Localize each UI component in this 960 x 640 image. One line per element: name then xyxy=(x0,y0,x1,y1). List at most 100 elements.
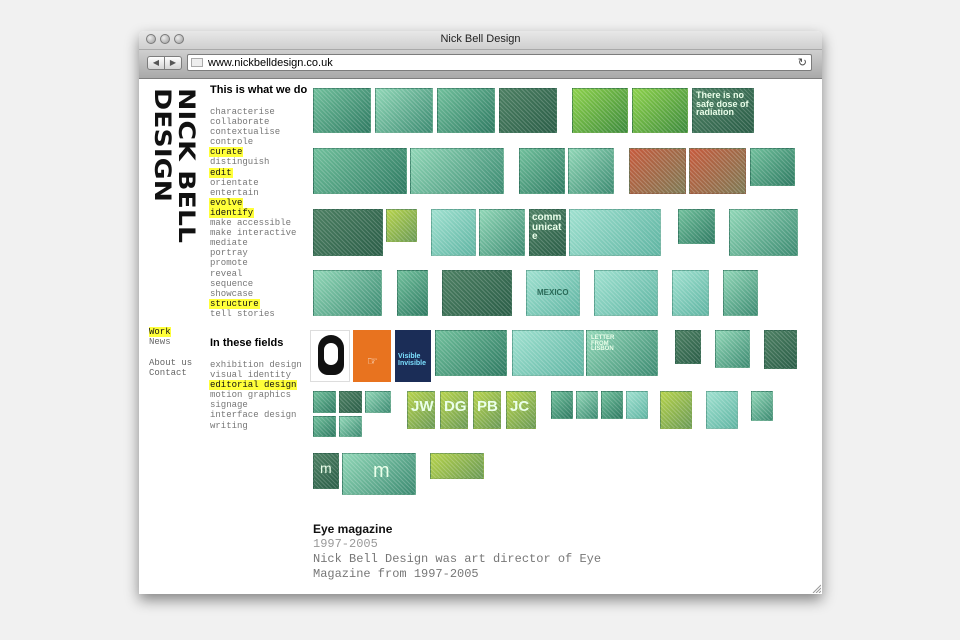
service-item[interactable]: tell stories xyxy=(209,309,297,319)
field-item[interactable]: exhibition design xyxy=(209,360,303,370)
service-item[interactable]: identify xyxy=(209,207,297,218)
eye-magazine-cover-portrait[interactable] xyxy=(310,330,350,382)
site-logo[interactable]: NICK BELL DESIGN xyxy=(148,86,200,246)
service-item[interactable]: evolve xyxy=(209,197,297,208)
project-thumbnail[interactable] xyxy=(430,453,484,479)
project-thumbnail-jw[interactable]: JW xyxy=(407,391,435,429)
service-item-label: curate xyxy=(209,147,244,158)
project-thumbnail[interactable] xyxy=(442,270,512,316)
project-thumbnail[interactable] xyxy=(431,209,476,256)
project-thumbnail[interactable] xyxy=(479,209,525,256)
project-thumbnail[interactable] xyxy=(551,391,573,419)
service-item[interactable]: sequence xyxy=(209,279,297,289)
nav-about[interactable]: About us xyxy=(149,358,192,368)
project-thumbnail[interactable] xyxy=(435,330,507,376)
nav-work[interactable]: Work xyxy=(149,327,192,337)
project-thumbnail[interactable] xyxy=(410,148,504,194)
eye-magazine-cover-visible[interactable]: Visible Invisible xyxy=(395,330,431,382)
project-thumbnail[interactable] xyxy=(313,209,383,256)
project-thumbnail[interactable] xyxy=(397,270,428,316)
project-thumbnail[interactable] xyxy=(339,416,362,437)
field-item[interactable]: interface design xyxy=(209,410,303,420)
project-thumbnail[interactable] xyxy=(375,88,433,133)
project-thumbnail[interactable] xyxy=(313,391,336,413)
service-item[interactable]: make accessible xyxy=(209,218,297,228)
project-thumbnail[interactable] xyxy=(660,391,692,429)
project-thumbnail[interactable] xyxy=(386,209,417,242)
project-thumbnail-communicate[interactable]: communicate xyxy=(529,209,566,256)
project-thumbnail[interactable] xyxy=(729,209,798,256)
project-thumbnail-m2[interactable]: m xyxy=(342,453,416,495)
url-input[interactable] xyxy=(208,55,778,70)
project-thumbnail[interactable] xyxy=(629,148,686,194)
service-item[interactable]: contextualise xyxy=(209,127,297,137)
project-thumbnail[interactable] xyxy=(706,391,738,429)
service-item[interactable]: mediate xyxy=(209,238,297,248)
project-thumbnail[interactable] xyxy=(751,391,773,421)
service-item[interactable]: controle xyxy=(209,137,297,147)
project-thumbnail[interactable] xyxy=(594,270,658,316)
field-item[interactable]: visual identity xyxy=(209,370,303,380)
project-thumbnail-letter[interactable]: LETTER FROM LISBON xyxy=(586,330,658,376)
project-thumbnail[interactable] xyxy=(512,330,584,376)
forward-button[interactable]: ▶ xyxy=(164,56,182,70)
project-thumbnail-radiation[interactable]: There is no safe dose of radiation xyxy=(692,88,754,133)
project-thumbnail-jc[interactable]: JC xyxy=(506,391,536,429)
project-thumbnail[interactable] xyxy=(313,148,407,194)
service-item[interactable]: orientate xyxy=(209,178,297,188)
service-item[interactable]: entertain xyxy=(209,188,297,198)
service-item[interactable]: portray xyxy=(209,248,297,258)
service-item[interactable]: characterise xyxy=(209,107,297,117)
project-thumbnail[interactable] xyxy=(576,391,598,419)
project-thumbnail[interactable] xyxy=(764,330,797,369)
back-button[interactable]: ◀ xyxy=(147,56,165,70)
nav-contact[interactable]: Contact xyxy=(149,368,192,378)
nav-news[interactable]: News xyxy=(149,337,192,347)
project-thumbnail[interactable] xyxy=(678,209,715,244)
project-thumbnail-mexico[interactable]: MEXICO xyxy=(526,270,580,316)
field-item[interactable]: signage xyxy=(209,400,303,410)
service-item[interactable]: distinguish xyxy=(209,157,297,167)
field-item[interactable]: writing xyxy=(209,421,303,431)
project-thumbnail[interactable] xyxy=(437,88,495,133)
service-item[interactable]: make interactive xyxy=(209,228,297,238)
service-item[interactable]: showcase xyxy=(209,289,297,299)
service-item[interactable]: curate xyxy=(209,147,297,158)
project-thumbnail[interactable] xyxy=(675,330,701,364)
project-thumbnail[interactable] xyxy=(715,330,750,368)
thumbnail-caption: m xyxy=(320,460,332,476)
project-thumbnail[interactable] xyxy=(689,148,746,194)
service-item[interactable]: collaborate xyxy=(209,117,297,127)
project-thumbnail[interactable] xyxy=(313,270,382,316)
project-thumbnail[interactable] xyxy=(339,391,362,413)
service-item-label: identify xyxy=(209,207,255,218)
resize-grip-icon[interactable] xyxy=(811,583,821,593)
project-thumbnail[interactable] xyxy=(499,88,557,133)
eye-magazine-cover-orange[interactable]: ☞ xyxy=(353,330,391,382)
service-item[interactable]: edit xyxy=(209,167,297,178)
service-item[interactable]: promote xyxy=(209,258,297,268)
project-thumbnail[interactable] xyxy=(313,416,336,437)
project-thumbnail[interactable] xyxy=(365,391,391,413)
project-thumbnail[interactable] xyxy=(313,88,371,133)
project-thumbnail[interactable] xyxy=(750,148,795,186)
service-item-label: structure xyxy=(209,298,260,309)
project-thumbnail[interactable] xyxy=(672,270,709,316)
field-item[interactable]: motion graphics xyxy=(209,390,303,400)
project-thumbnail[interactable] xyxy=(626,391,648,419)
project-thumbnail[interactable] xyxy=(572,88,628,133)
project-thumbnail[interactable] xyxy=(569,209,661,256)
project-thumbnail-m1[interactable]: m xyxy=(313,453,339,489)
project-thumbnail-dg[interactable]: DG xyxy=(440,391,468,429)
reload-icon[interactable]: ↻ xyxy=(798,56,807,69)
service-item[interactable]: reveal xyxy=(209,269,297,279)
project-thumbnail[interactable] xyxy=(568,148,614,194)
project-thumbnail[interactable] xyxy=(601,391,623,419)
field-item[interactable]: editorial design xyxy=(209,380,303,391)
service-item[interactable]: structure xyxy=(209,298,297,309)
logo-line-1: NICK BELL xyxy=(173,88,198,243)
project-thumbnail-pb[interactable]: PB xyxy=(473,391,501,429)
project-thumbnail[interactable] xyxy=(723,270,758,316)
project-thumbnail[interactable] xyxy=(632,88,688,133)
project-thumbnail[interactable] xyxy=(519,148,565,194)
